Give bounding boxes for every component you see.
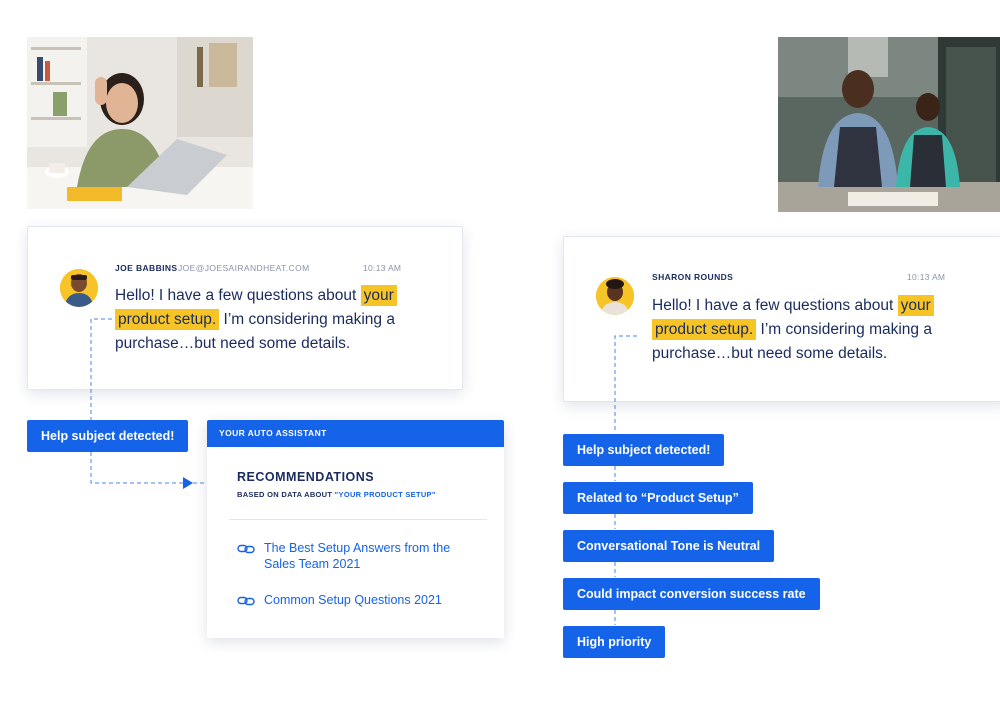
- divider: [229, 519, 487, 520]
- tag-conversational-tone: Conversational Tone is Neutral: [563, 530, 775, 562]
- link-chain-icon: [237, 543, 255, 559]
- assistant-header: YOUR AUTO ASSISTANT: [207, 420, 504, 447]
- recommendation-link[interactable]: Common Setup Questions 2021: [237, 592, 487, 610]
- recommendation-link-label[interactable]: Common Setup Questions 2021: [264, 592, 484, 608]
- auto-assistant-panel: YOUR AUTO ASSISTANT RECOMMENDATIONS BASE…: [207, 420, 504, 638]
- recommendation-link[interactable]: The Best Setup Answers from the Sales Te…: [237, 540, 487, 574]
- tag-high-priority: High priority: [563, 626, 666, 658]
- tag-help-subject-detected: Help subject detected!: [27, 420, 188, 452]
- recommendations-subtitle: BASED ON DATA ABOUT "YOUR PRODUCT SETUP": [237, 490, 436, 499]
- link-chain-icon: [237, 595, 255, 611]
- recommendations-title: RECOMMENDATIONS: [237, 470, 375, 484]
- tag-help-subject-detected: Help subject detected!: [563, 434, 725, 466]
- tag-related-topic: Related to “Product Setup”: [563, 482, 753, 514]
- recommendation-link-label[interactable]: The Best Setup Answers from the Sales Te…: [264, 540, 484, 572]
- tag-conversion-impact: Could impact conversion success rate: [563, 578, 820, 610]
